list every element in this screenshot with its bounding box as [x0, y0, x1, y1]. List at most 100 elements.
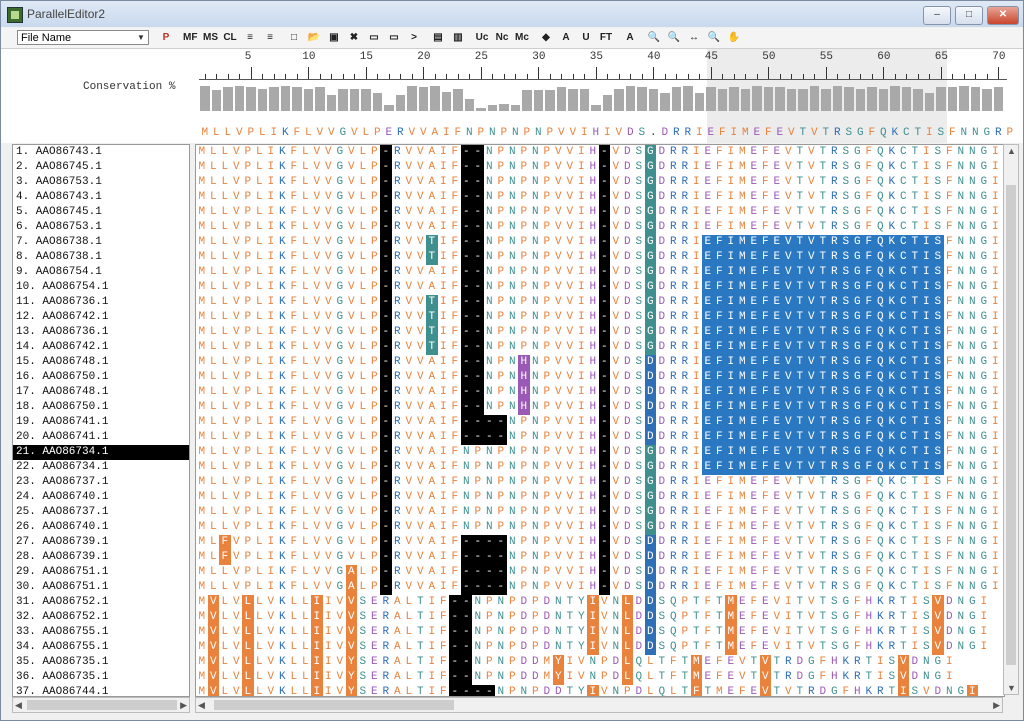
- sequence-name-row[interactable]: 16. AAO86750.1: [13, 370, 189, 385]
- maximize-button[interactable]: □: [955, 6, 983, 25]
- toolbar-button-3[interactable]: CL: [223, 30, 237, 46]
- toolbar-button-15[interactable]: Uc: [475, 30, 489, 46]
- scroll-up-icon[interactable]: ▲: [1007, 146, 1016, 156]
- sequence-name-row[interactable]: 19. AAO86741.1: [13, 415, 189, 430]
- sequence-name-row[interactable]: 2. AAO86745.1: [13, 160, 189, 175]
- sequence-name-row[interactable]: 34. AAO86755.1: [13, 640, 189, 655]
- title-bar[interactable]: ParallelEditor2 – □ ✕: [1, 1, 1023, 27]
- toolbar-button-19[interactable]: A: [559, 30, 573, 46]
- toolbar-button-20[interactable]: U: [579, 30, 593, 46]
- sequence-row: MLLVPLIKFLVVGVLP-RVVAIF--NPNHNPVVIH-VDSD…: [198, 355, 999, 370]
- toolbar-button-10[interactable]: ▭: [367, 30, 381, 46]
- sequence-row: MLFVPLIKFLVVGVLP-RVVAIF----NPNPVVIH-VDSD…: [198, 550, 999, 565]
- vertical-scroll-thumb[interactable]: [1006, 185, 1016, 665]
- toolbar-button-14[interactable]: ▥: [451, 30, 465, 46]
- close-button[interactable]: ✕: [987, 6, 1019, 25]
- toolbar-button-13[interactable]: ▤: [431, 30, 445, 46]
- sequence-name-row[interactable]: 3. AAO86753.1: [13, 175, 189, 190]
- names-horizontal-scrollbar[interactable]: ◀ ▶: [12, 697, 190, 713]
- scroll-left-icon[interactable]: ◀: [198, 700, 205, 711]
- scroll-right-icon[interactable]: ▶: [993, 700, 1000, 711]
- sequence-name-row[interactable]: 8. AAO86738.1: [13, 250, 189, 265]
- conservation-bar: [936, 87, 946, 111]
- toolbar-button-4[interactable]: ≡: [243, 30, 257, 46]
- conservation-bar: [545, 90, 555, 111]
- sequence-name-row[interactable]: 13. AAO86736.1: [13, 325, 189, 340]
- ruler-tick: [365, 67, 367, 79]
- ruler-tick: [940, 67, 942, 79]
- sequence-name-row[interactable]: 17. AAO86748.1: [13, 385, 189, 400]
- toolbar-button-1[interactable]: MF: [183, 30, 197, 46]
- toolbar-button-6[interactable]: □: [287, 30, 301, 46]
- sequence-name-row[interactable]: 26. AAO86740.1: [13, 520, 189, 535]
- toolbar-button-17[interactable]: Mc: [515, 30, 529, 46]
- minimize-button[interactable]: –: [923, 6, 951, 25]
- sequence-name-row[interactable]: 1. AAO86743.1: [13, 145, 189, 160]
- sequence-name-row[interactable]: 18. AAO86750.1: [13, 400, 189, 415]
- sequence-name-row[interactable]: 36. AAO86735.1: [13, 670, 189, 685]
- conservation-bar: [763, 87, 773, 111]
- names-scroll-thumb[interactable]: [27, 700, 177, 710]
- sequence-name-row[interactable]: 4. AAO86743.1: [13, 190, 189, 205]
- toolbar-button-18[interactable]: ◆: [539, 30, 553, 46]
- sequence-name-row[interactable]: 31. AAO86752.1: [13, 595, 189, 610]
- sequence-row: MVLVLLVKLLIIVVSERALTIF--NPNPDPDNTYIVNLDD…: [198, 595, 988, 610]
- sort-select[interactable]: File Name ▼: [17, 30, 149, 45]
- sequence-name-row[interactable]: 12. AAO86742.1: [13, 310, 189, 325]
- sequence-name-row[interactable]: 29. AAO86751.1: [13, 565, 189, 580]
- sequence-name-row[interactable]: 20. AAO86741.1: [13, 430, 189, 445]
- sequence-name-row[interactable]: 25. AAO86737.1: [13, 505, 189, 520]
- toolbar-button-5[interactable]: ≡: [263, 30, 277, 46]
- toolbar-button-27[interactable]: ✋: [727, 30, 741, 46]
- sequence-name-row[interactable]: 9. AAO86754.1: [13, 265, 189, 280]
- sequence-names-pane[interactable]: 1. AAO86743.1 2. AAO86745.1 3. AAO86753.1 4…: [12, 144, 190, 697]
- ruler-header: 5 10 15 20 25 30 35 40 45 50 55 60 65 70 Conservation…: [1, 49, 1023, 143]
- toolbar-button-7[interactable]: 📂: [307, 30, 321, 46]
- sequence-name-row[interactable]: 30. AAO86751.1: [13, 580, 189, 595]
- toolbar-button-25[interactable]: ↔: [687, 30, 701, 46]
- scroll-left-icon[interactable]: ◀: [15, 700, 22, 711]
- toolbar-button-11[interactable]: ▭: [387, 30, 401, 46]
- sequence-name-row[interactable]: 15. AAO86748.1: [13, 355, 189, 370]
- alignment-scroll-thumb[interactable]: [214, 700, 454, 710]
- conservation-bar: [821, 88, 831, 111]
- toolbar-button-24[interactable]: 🔍: [667, 30, 681, 46]
- toolbar-button-23[interactable]: 🔍: [647, 30, 661, 46]
- ruler-number: 10: [302, 51, 316, 63]
- sequence-name-row[interactable]: 14. AAO86742.1: [13, 340, 189, 355]
- sequence-name-row[interactable]: 23. AAO86737.1: [13, 475, 189, 490]
- conservation-bar: [694, 93, 704, 111]
- sequence-name-row[interactable]: 35. AAO86735.1: [13, 655, 189, 670]
- sequence-name-row[interactable]: 5. AAO86745.1: [13, 205, 189, 220]
- toolbar-button-0[interactable]: P: [159, 30, 173, 46]
- toolbar-button-12[interactable]: >: [407, 30, 421, 46]
- alignment-pane[interactable]: MLLVPLIKFLVVGVLP-RVVAIF--NPNPNPVVIH-VDSG…: [195, 144, 1005, 697]
- conservation-bar: [602, 94, 612, 111]
- sequence-name-row[interactable]: 10. AAO86754.1: [13, 280, 189, 295]
- ruler-number: 50: [762, 51, 776, 63]
- sequence-name-row[interactable]: 11. AAO86736.1: [13, 295, 189, 310]
- sequence-name-row[interactable]: 27. AAO86739.1: [13, 535, 189, 550]
- scroll-right-icon[interactable]: ▶: [180, 700, 187, 711]
- sequence-row: MLLVPLIKFLVVGVLP-RVVTIF--NPNPNPVVIH-VDSG…: [198, 250, 999, 265]
- scroll-down-icon[interactable]: ▼: [1007, 683, 1016, 693]
- sequence-name-row[interactable]: 28. AAO86739.1: [13, 550, 189, 565]
- sequence-name-row[interactable]: 7. AAO86738.1: [13, 235, 189, 250]
- toolbar-button-8[interactable]: ▣: [327, 30, 341, 46]
- alignment-horizontal-scrollbar[interactable]: ◀ ▶: [195, 697, 1003, 713]
- sequence-name-row[interactable]: 37. AAO86744.1: [13, 685, 189, 696]
- toolbar-button-26[interactable]: 🔍: [707, 30, 721, 46]
- sequence-name-row[interactable]: 22. AAO86734.1: [13, 460, 189, 475]
- sequence-name-row[interactable]: 33. AAO86755.1: [13, 625, 189, 640]
- toolbar-button-21[interactable]: FT: [599, 30, 613, 46]
- toolbar-button-9[interactable]: ✖: [347, 30, 361, 46]
- toolbar-button-2[interactable]: MS: [203, 30, 218, 46]
- sequence-name-row[interactable]: 32. AAO86752.1: [13, 610, 189, 625]
- toolbar-button-22[interactable]: A: [623, 30, 637, 46]
- sequence-name-row[interactable]: 24. AAO86740.1: [13, 490, 189, 505]
- sequence-name-row[interactable]: 21. AAO86734.1: [13, 445, 189, 460]
- vertical-scrollbar[interactable]: ▲ ▼: [1003, 144, 1019, 695]
- toolbar-button-16[interactable]: Nc: [495, 30, 509, 46]
- sequence-row: MLLVPLIKFLVVGALP-RVVAIF----NPNPVVIH-VDSD…: [198, 580, 999, 595]
- sequence-name-row[interactable]: 6. AAO86753.1: [13, 220, 189, 235]
